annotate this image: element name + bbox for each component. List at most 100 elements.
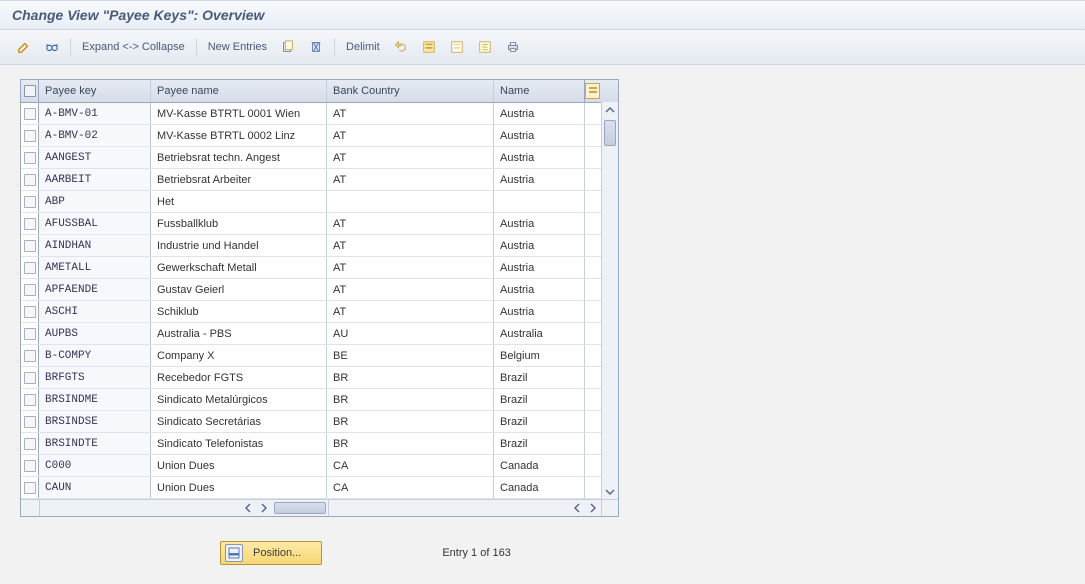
cell-payee-name[interactable]: Fussballklub bbox=[151, 213, 327, 234]
cell-name[interactable]: Austria bbox=[494, 125, 584, 146]
table-row[interactable]: ASCHISchiklubATAustria bbox=[21, 301, 618, 323]
cell-payee-name[interactable]: Recebedor FGTS bbox=[151, 367, 327, 388]
table-row[interactable]: CAUNUnion DuesCACanada bbox=[21, 477, 618, 499]
cell-payee-key[interactable]: AARBEIT bbox=[39, 169, 151, 190]
cell-payee-key[interactable]: AMETALL bbox=[39, 257, 151, 278]
row-selector[interactable] bbox=[21, 323, 39, 344]
row-selector[interactable] bbox=[21, 169, 39, 190]
row-selector[interactable] bbox=[21, 235, 39, 256]
cell-bank-country[interactable]: AU bbox=[327, 323, 494, 344]
cell-name[interactable]: Canada bbox=[494, 455, 584, 476]
pencil-icon[interactable] bbox=[12, 36, 36, 58]
row-selector[interactable] bbox=[21, 389, 39, 410]
table-row[interactable]: BRSINDTESindicato TelefonistasBRBrazil bbox=[21, 433, 618, 455]
row-selector[interactable] bbox=[21, 213, 39, 234]
table-row[interactable]: A-BMV-02MV-Kasse BTRTL 0002 LinzATAustri… bbox=[21, 125, 618, 147]
cell-name[interactable]: Canada bbox=[494, 477, 584, 498]
cell-payee-name[interactable]: Industrie und Handel bbox=[151, 235, 327, 256]
cell-bank-country[interactable]: AT bbox=[327, 257, 494, 278]
table-config-button[interactable] bbox=[584, 80, 600, 102]
cell-name[interactable]: Austria bbox=[494, 301, 584, 322]
cell-bank-country[interactable]: CA bbox=[327, 455, 494, 476]
scroll-right-icon[interactable] bbox=[257, 501, 271, 515]
deselect-all-icon[interactable] bbox=[445, 36, 469, 58]
cell-payee-name[interactable]: Australia - PBS bbox=[151, 323, 327, 344]
cell-bank-country[interactable]: CA bbox=[327, 477, 494, 498]
cell-payee-name[interactable]: Sindicato Metalúrgicos bbox=[151, 389, 327, 410]
cell-name[interactable]: Austria bbox=[494, 257, 584, 278]
col-payee-key[interactable]: Payee key bbox=[39, 80, 151, 102]
cell-name[interactable]: Brazil bbox=[494, 367, 584, 388]
row-selector[interactable] bbox=[21, 433, 39, 454]
cell-payee-key[interactable]: CAUN bbox=[39, 477, 151, 498]
cell-bank-country[interactable]: BE bbox=[327, 345, 494, 366]
copy-icon[interactable] bbox=[276, 36, 300, 58]
cell-payee-name[interactable]: Company X bbox=[151, 345, 327, 366]
cell-name[interactable]: Brazil bbox=[494, 389, 584, 410]
cell-payee-key[interactable]: BRSINDME bbox=[39, 389, 151, 410]
table-row[interactable]: BRFGTSRecebedor FGTSBRBrazil bbox=[21, 367, 618, 389]
cell-name[interactable]: Austria bbox=[494, 103, 584, 124]
cell-bank-country[interactable]: AT bbox=[327, 235, 494, 256]
cell-payee-name[interactable]: Sindicato Secretárias bbox=[151, 411, 327, 432]
row-selector[interactable] bbox=[21, 477, 39, 498]
cell-name[interactable]: Belgium bbox=[494, 345, 584, 366]
cell-payee-key[interactable]: APFAENDE bbox=[39, 279, 151, 300]
cell-bank-country[interactable]: BR bbox=[327, 411, 494, 432]
cell-payee-name[interactable]: MV-Kasse BTRTL 0001 Wien bbox=[151, 103, 327, 124]
cell-name[interactable]: Austria bbox=[494, 235, 584, 256]
col-bank-country[interactable]: Bank Country bbox=[327, 80, 494, 102]
cell-name[interactable] bbox=[494, 191, 584, 212]
row-selector[interactable] bbox=[21, 301, 39, 322]
cell-payee-name[interactable]: Betriebsrat Arbeiter bbox=[151, 169, 327, 190]
cell-bank-country[interactable]: BR bbox=[327, 389, 494, 410]
row-selector[interactable] bbox=[21, 147, 39, 168]
cell-bank-country[interactable]: AT bbox=[327, 147, 494, 168]
cell-bank-country[interactable]: AT bbox=[327, 169, 494, 190]
delimit-button[interactable]: Delimit bbox=[341, 36, 385, 58]
cell-name[interactable]: Austria bbox=[494, 169, 584, 190]
table-row[interactable]: BRSINDMESindicato MetalúrgicosBRBrazil bbox=[21, 389, 618, 411]
row-selector[interactable] bbox=[21, 345, 39, 366]
table-row[interactable]: BRSINDSESindicato SecretáriasBRBrazil bbox=[21, 411, 618, 433]
horizontal-scrollbar[interactable] bbox=[21, 499, 618, 516]
cell-bank-country[interactable]: BR bbox=[327, 433, 494, 454]
delete-icon[interactable] bbox=[304, 36, 328, 58]
cell-bank-country[interactable]: AT bbox=[327, 103, 494, 124]
cell-bank-country[interactable] bbox=[327, 191, 494, 212]
undo-icon[interactable] bbox=[389, 36, 413, 58]
select-all-icon[interactable] bbox=[417, 36, 441, 58]
row-selector[interactable] bbox=[21, 103, 39, 124]
row-selector[interactable] bbox=[21, 455, 39, 476]
cell-payee-key[interactable]: B-COMPY bbox=[39, 345, 151, 366]
row-selector[interactable] bbox=[21, 367, 39, 388]
cell-payee-key[interactable]: A-BMV-01 bbox=[39, 103, 151, 124]
col-name[interactable]: Name bbox=[494, 80, 584, 102]
cell-name[interactable]: Brazil bbox=[494, 433, 584, 454]
table-row[interactable]: ABPHet bbox=[21, 191, 618, 213]
table-row[interactable]: AMETALLGewerkschaft MetallATAustria bbox=[21, 257, 618, 279]
cell-payee-name[interactable]: Schiklub bbox=[151, 301, 327, 322]
cell-name[interactable]: Australia bbox=[494, 323, 584, 344]
cell-bank-country[interactable]: AT bbox=[327, 213, 494, 234]
row-selector[interactable] bbox=[21, 257, 39, 278]
scroll-left-icon[interactable] bbox=[570, 501, 584, 515]
config-icon[interactable] bbox=[473, 36, 497, 58]
cell-payee-name[interactable]: MV-Kasse BTRTL 0002 Linz bbox=[151, 125, 327, 146]
cell-name[interactable]: Austria bbox=[494, 279, 584, 300]
expand-collapse-button[interactable]: Expand <-> Collapse bbox=[77, 36, 190, 58]
cell-payee-name[interactable]: Betriebsrat techn. Angest bbox=[151, 147, 327, 168]
scroll-left-icon[interactable] bbox=[241, 501, 255, 515]
scroll-right-icon[interactable] bbox=[586, 501, 600, 515]
cell-payee-name[interactable]: Gewerkschaft Metall bbox=[151, 257, 327, 278]
table-row[interactable]: APFAENDEGustav GeierlATAustria bbox=[21, 279, 618, 301]
cell-payee-key[interactable]: BRSINDTE bbox=[39, 433, 151, 454]
print-icon[interactable] bbox=[501, 36, 525, 58]
cell-payee-key[interactable]: A-BMV-02 bbox=[39, 125, 151, 146]
cell-bank-country[interactable]: AT bbox=[327, 125, 494, 146]
table-row[interactable]: AARBEITBetriebsrat ArbeiterATAustria bbox=[21, 169, 618, 191]
vertical-scrollbar[interactable] bbox=[601, 102, 618, 500]
cell-payee-name[interactable]: Gustav Geierl bbox=[151, 279, 327, 300]
table-row[interactable]: AFUSSBALFussballklubATAustria bbox=[21, 213, 618, 235]
cell-payee-key[interactable]: AFUSSBAL bbox=[39, 213, 151, 234]
